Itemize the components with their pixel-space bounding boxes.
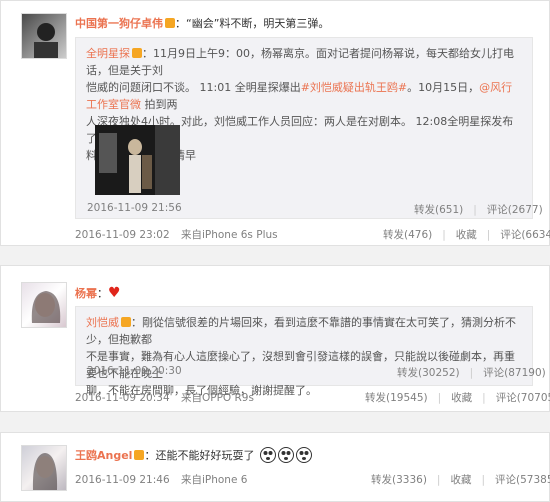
repost-time[interactable]: 2016-11-09 20:30	[87, 365, 182, 377]
post-time[interactable]: 2016-11-09 20:34	[75, 392, 170, 404]
favorite-button[interactable]: 收藏	[450, 474, 471, 486]
verified-icon	[132, 48, 142, 58]
forward-button[interactable]: 转发(476)	[383, 229, 432, 241]
repost-time[interactable]: 2016-11-09 21:56	[87, 202, 182, 214]
username[interactable]: 杨幂	[75, 287, 97, 300]
photo-icon	[95, 125, 180, 195]
divider: |	[469, 367, 474, 379]
verified-icon	[165, 18, 175, 28]
avatar-image-icon	[32, 453, 58, 490]
repost-comment-button[interactable]: 评论(87190)	[483, 367, 546, 379]
comment-button[interactable]: 评论(57385)	[495, 474, 550, 486]
post-card: 中国第一狗仔卓伟 ：“幽会”料不断，明天第三弹。 全明星探 ：11月9日上午9：00…	[0, 0, 550, 246]
verified-icon	[134, 450, 145, 460]
repost-text: 。10月15日，	[407, 81, 480, 94]
avatar-image-icon	[31, 291, 61, 323]
username[interactable]: 中国第一狗仔卓伟	[75, 17, 163, 30]
comment-button[interactable]: 评论(70705)	[496, 392, 550, 404]
repost-text: ：11月9日上午9：00，杨幂离京。面对记者提问杨幂说，每天都给女儿打电话，但是…	[86, 47, 514, 77]
divider: |	[442, 229, 446, 241]
post-text: ：还能不能好好玩耍了	[144, 449, 255, 462]
divider: |	[482, 392, 486, 404]
post-text: ：	[97, 287, 108, 300]
avatar[interactable]	[21, 445, 67, 491]
post-card: 王鸥Angel ：还能不能好好玩耍了 2016-11-09 21:46 来自iPh…	[0, 432, 550, 502]
repost-image[interactable]	[95, 125, 180, 195]
username[interactable]: 王鸥Angel	[75, 449, 132, 462]
avatar-image-icon	[34, 23, 58, 58]
divider: |	[473, 204, 477, 216]
divider: |	[436, 474, 441, 486]
post-time[interactable]: 2016-11-09 21:46	[75, 474, 170, 486]
post-source[interactable]: 来自iPhone 6	[181, 474, 247, 486]
post-card: 杨幂：♥ 刘恺威 ：剛從信號很差的片場回來，看到這麼不靠譜的事情實在太可笑了，猜測…	[0, 265, 550, 412]
favorite-button[interactable]: 收藏	[451, 392, 472, 404]
forward-button[interactable]: 转发(3336)	[371, 474, 427, 486]
repost-text: 恺威的问题闭口不谈。 11:01 全明星探爆出	[86, 81, 301, 94]
emoji-icon	[259, 446, 312, 467]
repost-comment-button[interactable]: 评论(2677)	[487, 204, 543, 216]
repost-forward-button[interactable]: 转发(30252)	[397, 367, 460, 379]
divider: |	[486, 229, 491, 241]
favorite-button[interactable]: 收藏	[456, 229, 477, 241]
post-source[interactable]: 来自OPPO R9s	[181, 392, 254, 404]
avatar[interactable]	[21, 282, 67, 328]
avatar[interactable]	[21, 13, 67, 59]
repost-username[interactable]: 刘恺威	[86, 316, 119, 329]
post-text: ：“幽会”料不断，明天第三弹。	[175, 17, 330, 30]
post-source[interactable]: 来自iPhone 6s Plus	[181, 229, 278, 241]
verified-icon	[121, 317, 131, 327]
hashtag-link[interactable]: #刘恺威疑出轨王鸥#	[301, 81, 407, 94]
divider: |	[481, 474, 486, 486]
post-time[interactable]: 2016-11-09 23:02	[75, 229, 170, 241]
repost-text: 拍到两	[141, 98, 178, 111]
repost-text: ：剛從信號很差的片場回來，看到這麼不靠譜的事情實在太可笑了，猜測分析不少，但抱歉…	[86, 316, 516, 346]
repost-username[interactable]: 全明星探	[86, 47, 130, 60]
repost-forward-button[interactable]: 转发(651)	[414, 204, 463, 216]
heart-icon: ♥	[108, 285, 121, 301]
divider: |	[437, 392, 442, 404]
forward-button[interactable]: 转发(19545)	[365, 392, 428, 404]
comment-button[interactable]: 评论(6634)	[500, 229, 550, 241]
